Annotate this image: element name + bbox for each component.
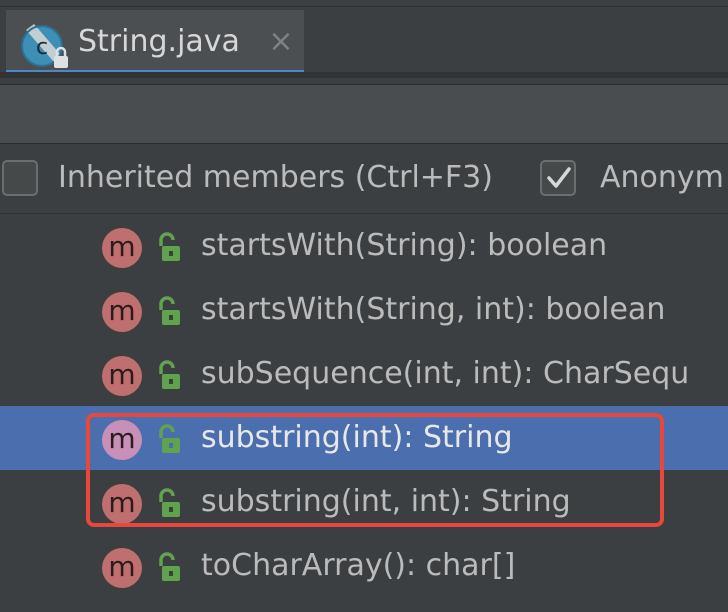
close-tab-icon[interactable]: × <box>264 22 298 62</box>
public-unlocked-icon <box>159 360 180 389</box>
member-signature: subSequence(int, int): CharSequ <box>201 356 690 391</box>
public-unlocked-icon <box>159 296 180 325</box>
class-icon-letter: c <box>36 35 48 60</box>
member-signature: toCharArray(): char[] <box>201 548 516 583</box>
tab-file-name: String.java <box>78 24 240 59</box>
structure-member-list: m startsWith(String): boolean m startsWi… <box>0 214 728 612</box>
method-icon: m <box>102 356 142 396</box>
structure-options-row: Inherited members (Ctrl+F3) Anonym <box>0 146 728 214</box>
member-signature: startsWith(String, int): boolean <box>201 292 666 327</box>
list-item-selected[interactable]: m substring(int): String <box>0 406 728 470</box>
public-unlocked-icon <box>159 232 180 261</box>
class-file-icon: c <box>21 24 68 68</box>
method-icon: m <box>102 484 142 524</box>
public-unlocked-icon <box>159 552 180 581</box>
anonymous-classes-checkbox[interactable] <box>540 160 576 196</box>
editor-tab-bar: c String.java × <box>0 0 728 78</box>
tab-bar-bottom-strip <box>0 72 728 78</box>
anonymous-classes-label[interactable]: Anonym <box>600 158 724 198</box>
public-unlocked-icon <box>159 424 180 453</box>
method-icon: m <box>102 292 142 332</box>
list-item[interactable]: m startsWith(String): boolean <box>0 214 728 278</box>
public-unlocked-icon <box>159 488 180 517</box>
list-item[interactable]: m toCharArray(): char[] <box>0 534 728 598</box>
list-item[interactable]: m substring(int, int): String <box>0 470 728 534</box>
member-signature: substring(int, int): String <box>201 484 571 519</box>
structure-toolbar <box>0 84 728 144</box>
method-icon: m <box>102 228 142 268</box>
list-item[interactable]: m startsWith(String, int): boolean <box>0 278 728 342</box>
list-item[interactable]: m subSequence(int, int): CharSequ <box>0 342 728 406</box>
tab-string-java[interactable]: c String.java × <box>6 10 304 74</box>
method-icon: m <box>102 548 142 588</box>
inherited-members-checkbox[interactable] <box>2 160 38 196</box>
member-signature: startsWith(String): boolean <box>201 228 608 263</box>
method-icon: m <box>102 420 142 460</box>
inherited-members-label[interactable]: Inherited members (Ctrl+F3) <box>58 158 493 198</box>
tab-bar-top-divider <box>0 6 728 7</box>
member-signature: substring(int): String <box>201 420 513 455</box>
checkmark-icon <box>547 167 571 188</box>
